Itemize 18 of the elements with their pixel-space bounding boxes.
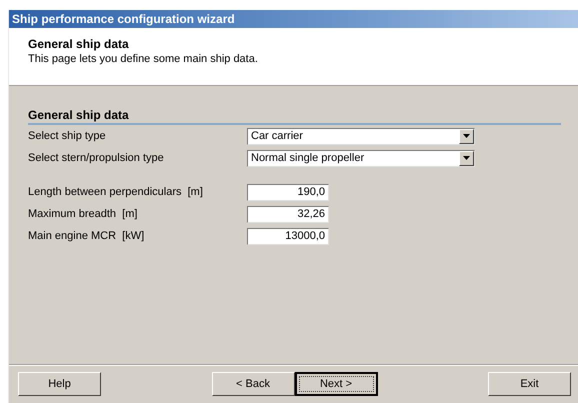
wizard-button[interactable]: Exit xyxy=(488,372,571,396)
field-label: Main engine MCR [kW] xyxy=(28,230,146,242)
input-field[interactable]: 13000,0 xyxy=(247,228,329,244)
input-field[interactable]: 190,0 xyxy=(247,184,329,200)
field-label: Maximum breadth [m] xyxy=(28,208,138,220)
wizard-button[interactable]: Help xyxy=(18,372,101,396)
dropdown[interactable]: Normal single propeller xyxy=(247,150,475,166)
field-label: Length between perpendiculars [m] xyxy=(28,186,204,198)
page-title: General ship data xyxy=(28,37,130,51)
field-label: Select stern/propulsion type xyxy=(28,152,165,164)
wizard-button[interactable]: Next > xyxy=(294,372,378,396)
section-title: General ship data xyxy=(28,108,130,122)
dropdown[interactable]: Car carrier xyxy=(247,128,475,144)
window-title: Ship performance configuration wizard xyxy=(12,12,235,26)
field-label: Select ship type xyxy=(28,130,107,142)
input-field[interactable]: 32,26 xyxy=(247,206,329,222)
wizard-button[interactable]: < Back xyxy=(212,372,294,396)
page-description: This page lets you define some main ship data. xyxy=(28,53,259,65)
